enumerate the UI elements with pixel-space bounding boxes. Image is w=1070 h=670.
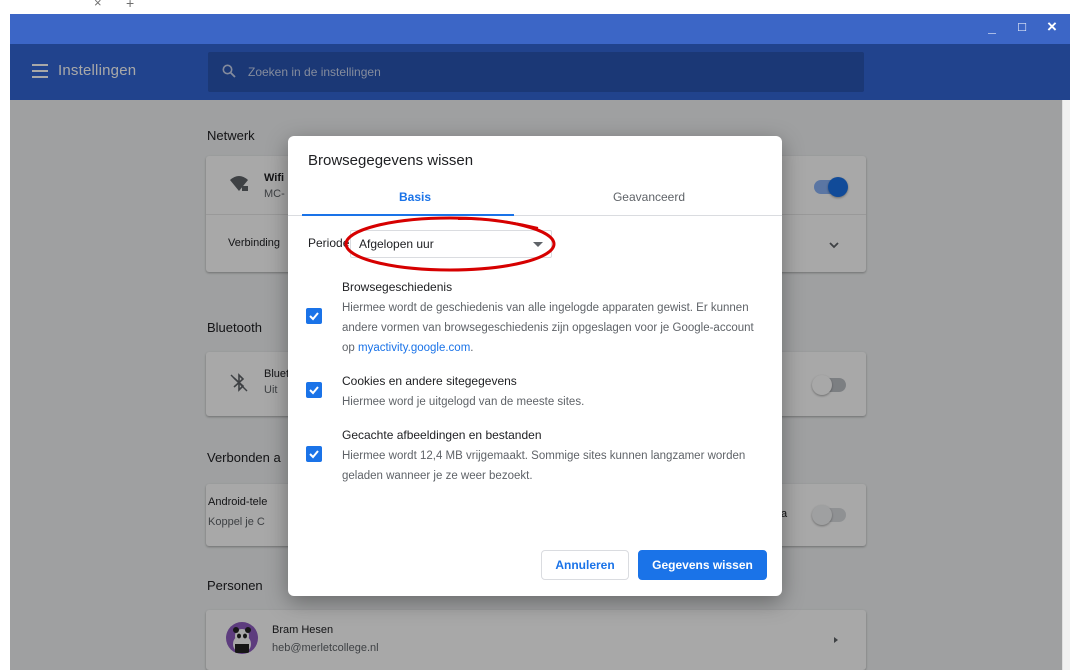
option-cookies[interactable]: Cookies en andere sitegegevens Hiermee w… (306, 374, 766, 414)
scrollbar[interactable] (1062, 100, 1070, 670)
myactivity-link[interactable]: myactivity.google.com (358, 342, 470, 354)
clear-browsing-data-dialog: Browsegegevens wissen Basis Geavanceerd … (288, 136, 782, 596)
option-title: Browsegeschiedenis (342, 280, 453, 294)
option-description: Hiermee word je uitgelogd van de meeste … (342, 396, 585, 408)
option-title: Cookies en andere sitegegevens (342, 374, 517, 388)
option-cached-files[interactable]: Gecachte afbeeldingen en bestanden Hierm… (306, 428, 766, 488)
window-titlebar: _ □ × (10, 14, 1070, 44)
checkmark-icon (309, 450, 319, 459)
option-description: Hiermee wordt de geschiedenis van alle i… (342, 302, 754, 354)
red-annotation-ellipse (344, 216, 556, 272)
browsing-history-checkbox[interactable] (306, 308, 322, 324)
clear-data-button[interactable]: Gegevens wissen (638, 550, 767, 580)
option-title: Gecachte afbeeldingen en bestanden (342, 428, 542, 442)
option-description: Hiermee wordt 12,4 MB vrijgemaakt. Sommi… (342, 450, 746, 482)
checkmark-icon (309, 386, 319, 395)
tab-close-icon[interactable]: × (94, 0, 102, 10)
scrollbar-thumb[interactable] (1062, 100, 1070, 670)
cookies-checkbox[interactable] (306, 382, 322, 398)
dialog-title: Browsegegevens wissen (308, 152, 474, 169)
option-browsing-history[interactable]: Browsegeschiedenis Hiermee wordt de gesc… (306, 280, 766, 360)
cached-files-checkbox[interactable] (306, 446, 322, 462)
browser-tab[interactable]: × (0, 0, 160, 14)
tab-geavanceerd[interactable]: Geavanceerd (536, 182, 762, 216)
maximize-button[interactable]: □ (1012, 17, 1032, 37)
close-window-button[interactable]: × (1042, 17, 1062, 37)
checkmark-icon (309, 312, 319, 321)
new-tab-icon[interactable]: + (126, 0, 134, 10)
settings-header: Instellingen (10, 44, 1070, 100)
header-scrim (10, 44, 1070, 100)
minimize-button[interactable]: _ (982, 17, 1002, 37)
cancel-button[interactable]: Annuleren (541, 550, 629, 580)
tab-strip: × + (0, 0, 1070, 14)
